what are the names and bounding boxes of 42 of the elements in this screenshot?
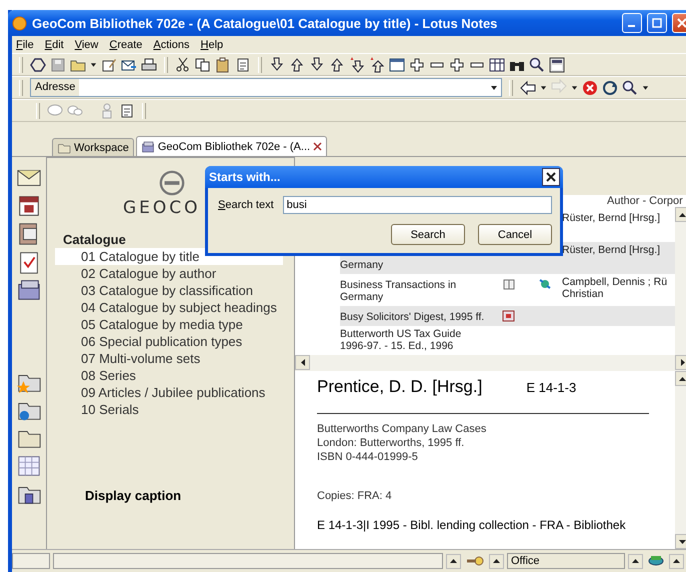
title-cell: Business Transactions in Germany (340, 279, 456, 303)
dialog-button[interactable]: Search (391, 224, 465, 245)
holding-text: E 14-1-3|I 1995 - Bibl. lending collection - FRA - Bibliothek (317, 518, 627, 532)
title-cell: Germany (340, 259, 384, 271)
nav-item[interactable]: 10 Serials (55, 401, 283, 418)
nav-item[interactable]: 09 Articles / Jubilee publications (55, 384, 283, 401)
nav-item[interactable]: 07 Multi-volume sets (55, 350, 283, 367)
menu-item[interactable]: File (16, 38, 34, 50)
nav-item[interactable]: 05 Catalogue by media type (55, 316, 283, 333)
title-cell: Butterworth US Tax Guide 1996-97. - 15. Ed., 1996 (340, 328, 462, 352)
author-cell: Rüster, Bernd [Hrsg.] (562, 212, 660, 224)
location-field[interactable]: Office (507, 553, 625, 569)
tab[interactable]: GeoCom Bibliothek 702e - (A... (136, 136, 328, 156)
menu-item[interactable]: Edit (44, 38, 64, 50)
display-caption: Display caption (85, 488, 182, 503)
author-cell: Rüster, Bernd [Hrsg.] (562, 244, 660, 256)
nav-item[interactable]: 08 Series (55, 367, 283, 384)
record-line: Butterworths Company Law Cases (317, 422, 488, 436)
title-cell: Busy Solicitors' Digest, 1995 ff. (340, 311, 484, 323)
dialog-title: Starts with... (209, 170, 282, 184)
record-line: ISBN 0-444-01999-5 (317, 450, 419, 464)
nav-item[interactable]: 03 Catalogue by classification (55, 282, 283, 299)
menu-item[interactable]: View (74, 38, 98, 50)
menu-item[interactable]: Help (200, 38, 224, 50)
field-label: Search text (218, 199, 274, 211)
author-cell: Campbell, Dennis ; Rü Christian (562, 276, 668, 300)
section-heading: Catalogue (63, 232, 127, 247)
menu-item[interactable]: Create (109, 38, 142, 50)
tab[interactable]: Workspace (52, 138, 134, 156)
address-field[interactable]: Adresse (30, 78, 502, 97)
logo-text: GEOCO (123, 198, 201, 218)
copies-text: Copies: FRA: 4 (317, 490, 393, 502)
search-field[interactable]: busi (282, 196, 552, 214)
dialog-button[interactable]: Cancel (478, 224, 552, 245)
nav-item[interactable]: 06 Special publication types (55, 333, 283, 350)
nav-item[interactable]: 02 Catalogue by author (55, 265, 283, 282)
menu-item[interactable]: Actions (153, 38, 190, 50)
record-author: Prentice, D. D. [Hrsg.] (317, 377, 482, 397)
nav-item[interactable]: 04 Catalogue by subject headings (55, 299, 283, 316)
shelf-mark: E 14-1-3 (526, 380, 576, 395)
window-title: GeoCom Bibliothek 702e - (A Catalogue\01 Catalogue by title) - Lotus Notes (32, 16, 498, 30)
record-line: London: Butterworths, 1995 ff. (317, 436, 466, 450)
